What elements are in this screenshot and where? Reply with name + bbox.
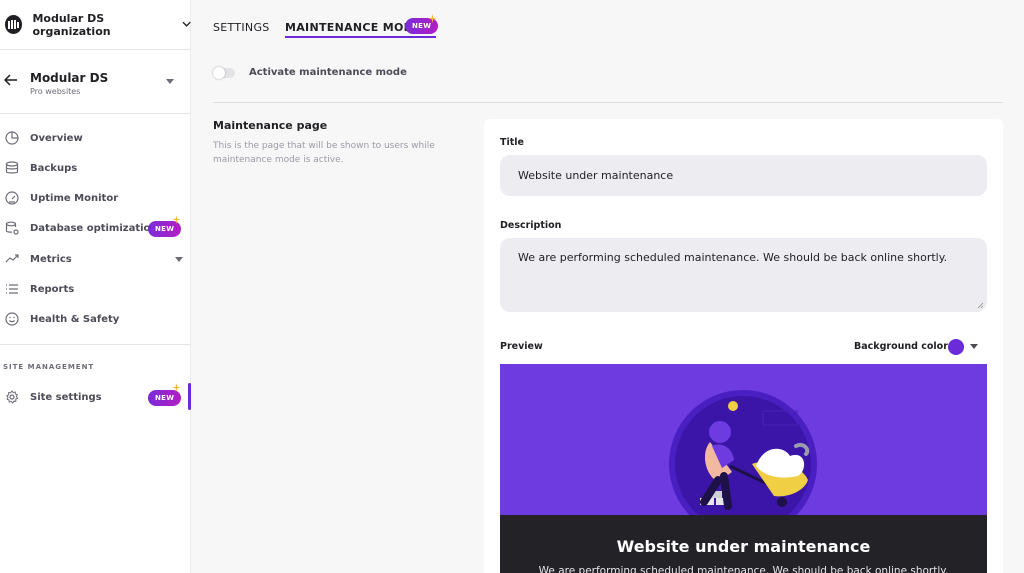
- sidebar-item-label: Database optimization: [30, 222, 158, 234]
- sparkle-icon: [172, 215, 181, 224]
- preview-description: We are performing scheduled maintenance.…: [538, 565, 949, 573]
- gear-icon: [6, 390, 19, 404]
- caret-down-icon[interactable]: [166, 79, 174, 84]
- toggle-label: Activate maintenance mode: [249, 67, 407, 78]
- sidebar-item-metrics[interactable]: Metrics: [0, 244, 191, 274]
- section-title: SITE MANAGEMENT: [3, 363, 95, 371]
- active-indicator: [188, 383, 191, 410]
- sidebar-item-backups[interactable]: Backups: [0, 153, 191, 183]
- tab-settings[interactable]: SETTINGS: [213, 21, 270, 34]
- tab-maintenance-mode[interactable]: MAINTENANCE MODE: [285, 21, 421, 34]
- description-label: Description: [500, 220, 562, 231]
- back-arrow-icon[interactable]: [4, 74, 18, 86]
- caret-down-icon[interactable]: [970, 344, 978, 349]
- org-switcher[interactable]: Modular DS organization: [0, 0, 191, 50]
- maintenance-preview: Website under maintenance We are perform…: [500, 364, 987, 573]
- sidebar-item-label: Health & Safety: [30, 313, 120, 325]
- preview-header: [500, 364, 987, 519]
- preview-label: Preview: [500, 341, 543, 352]
- tab-active-underline: [285, 36, 436, 38]
- sidebar-item-uptime-monitor[interactable]: Uptime Monitor: [0, 183, 191, 213]
- new-badge: NEW: [148, 390, 182, 406]
- trending-up-icon: [5, 254, 19, 263]
- gauge-icon: [5, 191, 19, 205]
- site-name: Modular DS: [30, 71, 109, 85]
- caret-down-icon[interactable]: [175, 256, 183, 262]
- sparkle-icon: [428, 14, 437, 23]
- title-value: Website under maintenance: [518, 169, 674, 182]
- sidebar-item-label: Reports: [30, 283, 75, 295]
- title-field[interactable]: Website under maintenance: [500, 155, 987, 196]
- sidebar-item-label: Uptime Monitor: [30, 192, 119, 204]
- maintenance-toggle[interactable]: [213, 67, 235, 79]
- sidebar-item-label: Site settings: [30, 391, 102, 403]
- database-settings-icon: [5, 221, 19, 235]
- sidebar-item-label: Overview: [30, 132, 83, 144]
- description-field[interactable]: We are performing scheduled maintenance.…: [500, 238, 987, 312]
- resize-handle-icon[interactable]: [977, 302, 984, 309]
- preview-title: Website under maintenance: [616, 537, 871, 556]
- divider: [213, 102, 1003, 103]
- worker-wheelbarrow-illustration: [669, 390, 817, 519]
- sparkle-icon: [172, 383, 181, 392]
- site-subtitle: Pro websites: [30, 87, 81, 96]
- sidebar-item-site-settings[interactable]: Site settings NEW: [0, 382, 191, 412]
- sidebar-item-label: Metrics: [30, 253, 72, 265]
- site-switcher[interactable]: Modular DS Pro websites: [0, 52, 191, 114]
- sidebar-item-database-optimization[interactable]: Database optimization NEW: [0, 213, 191, 243]
- sidebar-item-reports[interactable]: Reports: [0, 274, 191, 304]
- sidebar-item-overview[interactable]: Overview: [0, 123, 191, 153]
- chevron-down-icon: [182, 21, 191, 27]
- sidebar: Modular DS organization Modular DS Pro w…: [0, 0, 191, 573]
- database-icon: [5, 161, 19, 174]
- toggle-knob: [213, 67, 225, 79]
- pie-chart-icon: [5, 131, 19, 145]
- section-heading: Maintenance page: [213, 119, 328, 132]
- smile-icon: [5, 312, 19, 326]
- org-name: Modular DS organization: [32, 11, 111, 38]
- background-color-label: Background color: [854, 341, 948, 352]
- background-color-swatch[interactable]: [948, 339, 964, 355]
- sidebar-item-label: Backups: [30, 162, 78, 174]
- description-value: We are performing scheduled maintenance.…: [518, 251, 948, 264]
- section-description: This is the page that will be shown to u…: [213, 141, 435, 165]
- divider: [0, 344, 191, 345]
- org-logo-icon: [5, 15, 23, 34]
- list-icon: [6, 284, 18, 294]
- title-label: Title: [500, 137, 524, 148]
- sidebar-item-health-safety[interactable]: Health & Safety: [0, 304, 191, 334]
